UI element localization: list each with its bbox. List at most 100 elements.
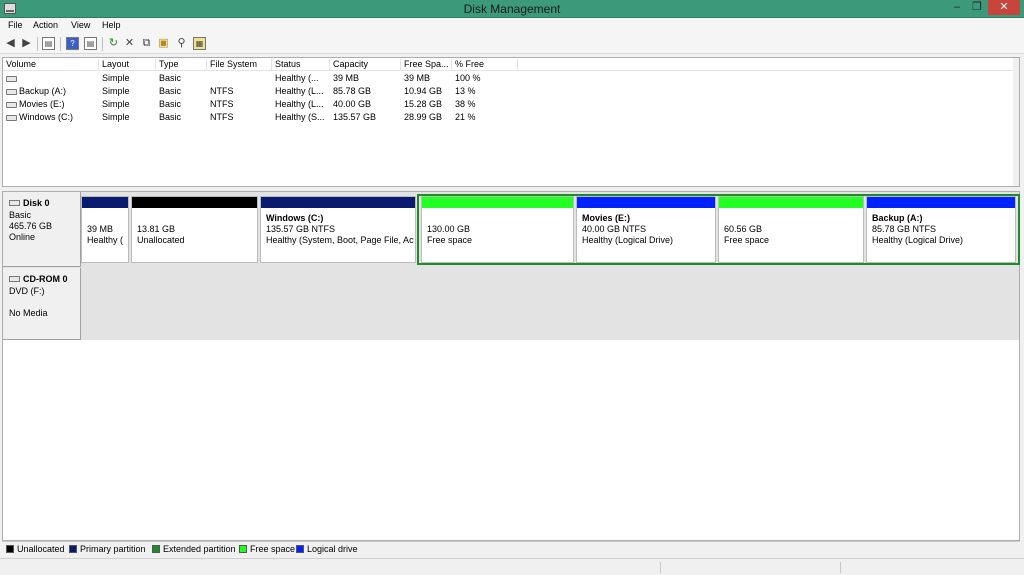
table-row[interactable]: Simple Basic Healthy (... 39 MB 39 MB 10… [3,72,1019,85]
column-header-type[interactable]: Type [156,59,207,71]
disk-0-label[interactable]: Disk 0 Basic 465.76 GB Online [3,192,81,267]
file-system-cell: NTFS [210,99,234,109]
partition-label: Backup (A:) [872,213,923,223]
partition-size: 60.56 GB [724,224,763,234]
column-header-volume[interactable]: Volume [3,59,99,71]
column-header-file-system[interactable]: File System [207,59,272,71]
toolbar: ◀ ▶ ▤ ? ▤ ↻ ✕ ⧉ ▣ ⚲ ▦ [0,34,1024,54]
table-row[interactable]: Movies (E:) Simple Basic NTFS Healthy (L… [3,98,1019,111]
menu-file[interactable]: File [8,20,23,30]
delete-icon[interactable]: ✕ [123,37,136,50]
legend-swatch [296,545,304,553]
partition-status: Healthy (Logical Drive) [582,235,674,245]
partition-backup-a[interactable]: Backup (A:) 85.78 GB NTFS Healthy (Logic… [866,196,1016,263]
partition-free-space-2[interactable]: 60.56 GB Free space [718,196,864,263]
cdrom-media-area[interactable] [82,268,1019,340]
menu-help[interactable]: Help [102,20,121,30]
volume-list: Volume Layout Type File System Status Ca… [2,57,1020,187]
properties-icon[interactable]: ▤ [84,37,97,50]
capacity-cell: 40.00 GB [333,99,372,109]
partition-size: 39 MB [87,224,114,234]
partition-unallocated[interactable]: 13.81 GB Unallocated [131,196,258,263]
partition-status: Free space [427,235,473,245]
partition-status: Healthy (Logical Drive) [872,235,964,245]
maximize-button[interactable]: ❐ [964,0,990,15]
type-cell: Basic [159,86,182,96]
partition-color-bar [82,197,128,208]
percent-free-cell: 100 % [455,73,481,83]
free-space-cell: 39 MB [404,73,431,83]
window-title: Disk Management [463,2,561,16]
partition-size: 40.00 GB NTFS [582,224,647,234]
drive-icon [6,75,17,82]
disk-settings-icon[interactable]: ▦ [193,37,206,50]
legend-swatch [6,545,14,553]
copy-icon[interactable]: ⧉ [140,37,153,50]
menu-bar: File Action View Help [0,18,1024,34]
file-system-cell: NTFS [210,112,234,122]
column-header-percent-free[interactable]: % Free [452,59,518,71]
toolbar-separator [102,37,103,51]
legend-item-extended-partition: Extended partition [152,544,236,554]
capacity-cell: 39 MB [333,73,360,83]
column-header-free-space[interactable]: Free Spa... [401,59,452,71]
legend-item-logical-drive: Logical drive [296,544,358,554]
vertical-scrollbar[interactable] [1013,58,1019,186]
percent-free-cell: 21 % [455,112,476,122]
partition-status: Free space [724,235,770,245]
percent-free-cell: 38 % [455,99,476,109]
partition-movies-e[interactable]: Movies (E:) 40.00 GB NTFS Healthy (Logic… [576,196,716,263]
cdrom-drive: DVD (F:) [9,286,45,296]
partition-color-bar [261,197,415,208]
legend: Unallocated Primary partition Extended p… [2,541,1020,556]
disk-icon [9,200,20,206]
partition-label: Movies (E:) [582,213,631,223]
search-icon[interactable]: ⚲ [175,37,188,50]
partition-status: Healthy ( [87,235,124,245]
column-header-capacity[interactable]: Capacity [330,59,401,71]
partition-color-bar [577,197,715,208]
status-bar [0,558,1024,575]
capacity-cell: 85.78 GB [333,86,372,96]
partition-size: 135.57 GB NTFS [266,224,336,234]
legend-item-unallocated: Unallocated [6,544,65,554]
forward-icon[interactable]: ▶ [20,37,33,50]
menu-view[interactable]: View [71,20,90,30]
cdrom-0-label[interactable]: CD-ROM 0 DVD (F:) No Media [3,268,81,340]
volume-cell [6,73,19,83]
partition-size: 85.78 GB NTFS [872,224,937,234]
graphical-disk-view: Disk 0 Basic 465.76 GB Online 39 MB Heal… [2,191,1020,541]
status-bar-divider [840,562,841,573]
status-cell: Healthy (L... [275,86,324,96]
toolbar-separator [60,37,61,51]
help-icon[interactable]: ? [66,37,79,50]
table-row[interactable]: Backup (A:) Simple Basic NTFS Healthy (L… [3,85,1019,98]
volume-cell: Windows (C:) [6,112,73,122]
back-icon[interactable]: ◀ [4,37,17,50]
menu-action[interactable]: Action [33,20,58,30]
console-tree-icon[interactable]: ▤ [42,37,55,50]
layout-cell: Simple [102,99,130,109]
type-cell: Basic [159,73,182,83]
table-row[interactable]: Windows (C:) Simple Basic NTFS Healthy (… [3,111,1019,124]
status-cell: Healthy (S... [275,112,325,122]
close-button[interactable]: ✕ [988,0,1020,15]
partition-color-bar [867,197,1015,208]
layout-cell: Simple [102,112,130,122]
free-space-cell: 10.94 GB [404,86,443,96]
percent-free-cell: 13 % [455,86,476,96]
partition-label: Windows (C:) [266,213,324,223]
free-space-cell: 28.99 GB [404,112,443,122]
column-header-layout[interactable]: Layout [99,59,156,71]
status-bar-divider [660,562,661,573]
partition-free-space-1[interactable]: 130.00 GB Free space [421,196,574,263]
partition-status: Healthy (System, Boot, Page File, Acti [266,235,414,245]
column-header-status[interactable]: Status [272,59,330,71]
refresh-icon[interactable]: ↻ [107,37,120,50]
partition-windows-c[interactable]: Windows (C:) 135.57 GB NTFS Healthy (Sys… [260,196,416,263]
partition-system-reserved[interactable]: 39 MB Healthy ( [81,196,129,263]
legend-swatch [69,545,77,553]
volume-cell: Movies (E:) [6,99,65,109]
status-cell: Healthy (... [275,73,319,83]
open-folder-icon[interactable]: ▣ [157,37,170,50]
